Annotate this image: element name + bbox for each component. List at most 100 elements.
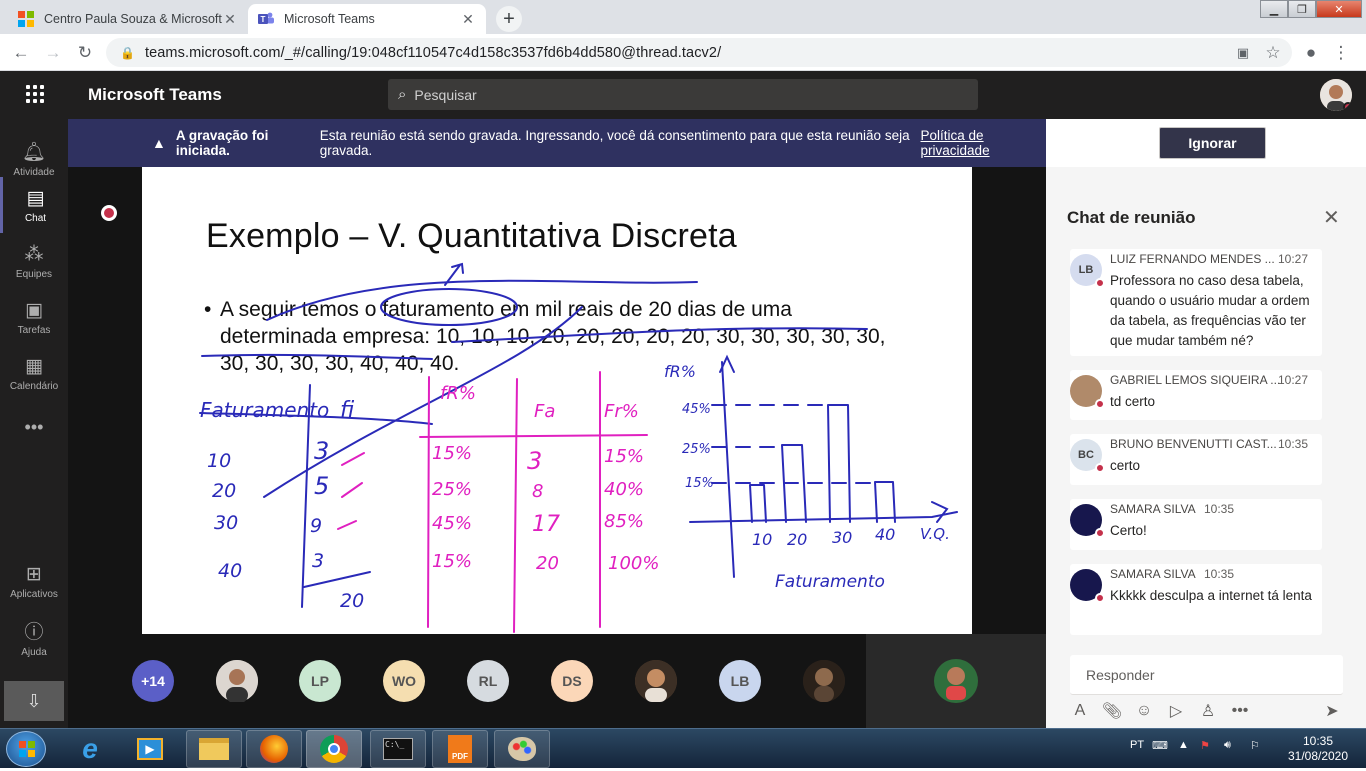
notifications-icon[interactable]: ⚐: [1250, 739, 1260, 752]
svg-text:15%: 15%: [432, 551, 472, 572]
format-icon[interactable]: A: [1069, 700, 1091, 722]
svg-text:25%: 25%: [682, 442, 711, 457]
more-options-icon[interactable]: •••: [1229, 700, 1251, 722]
presence-busy-icon: [1095, 463, 1105, 473]
participant-avatar[interactable]: [216, 660, 258, 702]
svg-text:Fa: Fa: [534, 401, 555, 422]
close-tab-icon[interactable]: ✕: [460, 11, 476, 28]
svg-text:30: 30: [832, 528, 852, 547]
rail-item-teams[interactable]: ⁂ Equipes: [0, 233, 68, 289]
banner-text: Esta reunião está sendo gravada. Ingress…: [319, 128, 910, 158]
participant-avatar[interactable]: WO: [383, 660, 425, 702]
reply-placeholder: Responder: [1086, 666, 1155, 683]
app-launcher-icon[interactable]: [26, 85, 44, 103]
minimize-button[interactable]: ▁: [1260, 0, 1288, 18]
folder-icon: [199, 738, 229, 760]
rail-item-chat[interactable]: ▤ Chat: [0, 177, 68, 233]
search-input[interactable]: ⌕ Pesquisar: [388, 79, 978, 110]
rail-item-assignments[interactable]: ▣ Tarefas: [0, 289, 68, 345]
more-participants-button[interactable]: +14: [132, 660, 174, 702]
dismiss-button[interactable]: Ignorar: [1159, 127, 1266, 159]
presence-busy-icon: [1343, 102, 1352, 111]
taskbar-clock[interactable]: 10:35 31/08/2020: [1276, 734, 1360, 764]
pdf-app-button[interactable]: PDF: [432, 730, 488, 768]
svg-text:15%: 15%: [432, 443, 472, 464]
windows-taskbar: e ▶ C:\_ PDF PT ⌨ ▲ ⚑ 🔊︎ ⚐ 10:35 31/08/2…: [0, 728, 1366, 768]
rail-more-button[interactable]: •••: [0, 399, 68, 455]
message-text: td certo: [1110, 394, 1156, 409]
svg-text:40%: 40%: [604, 479, 644, 500]
presence-busy-icon: [1095, 593, 1105, 603]
media-player-button[interactable]: ▶: [122, 730, 178, 768]
maximize-button[interactable]: ❐: [1288, 0, 1316, 18]
blocked-popup-icon[interactable]: ▣: [1232, 42, 1254, 64]
show-hidden-icons-icon[interactable]: ▲: [1178, 739, 1189, 751]
svg-text:10: 10: [207, 450, 231, 472]
warning-icon: ▲: [152, 135, 166, 151]
user-avatar[interactable]: [1320, 79, 1352, 111]
rail-item-calendar[interactable]: ▦ Calendário: [0, 345, 68, 401]
rail-label: Aplicativos: [10, 588, 58, 600]
paint-palette-icon: [508, 737, 536, 761]
rail-item-help[interactable]: ⓘ Ajuda: [0, 609, 68, 665]
participant-avatar[interactable]: DS: [551, 660, 593, 702]
close-tab-icon[interactable]: ✕: [222, 11, 238, 28]
volume-icon[interactable]: 🔊︎: [1224, 739, 1231, 752]
bookmark-star-icon[interactable]: ☆: [1262, 42, 1284, 64]
internet-explorer-button[interactable]: e: [62, 730, 118, 768]
attach-icon[interactable]: 📎︎: [1101, 700, 1123, 722]
address-bar[interactable]: 🔒 teams.microsoft.com/_#/calling/19:048c…: [106, 38, 1292, 67]
svg-text:5: 5: [314, 472, 329, 500]
participant-avatar[interactable]: RL: [467, 660, 509, 702]
menu-dots-icon[interactable]: ⋮: [1330, 42, 1352, 64]
microsoft-logo-icon: [18, 11, 34, 27]
reload-icon[interactable]: ↻: [74, 42, 96, 64]
participant-avatar[interactable]: [635, 660, 677, 702]
firefox-icon: [260, 735, 288, 763]
keyboard-icon[interactable]: ⌨: [1152, 739, 1168, 752]
svg-text:45%: 45%: [682, 402, 711, 417]
search-icon: ⌕: [398, 86, 407, 103]
send-icon[interactable]: ➤: [1321, 700, 1343, 722]
rail-label: Ajuda: [21, 646, 47, 658]
start-button[interactable]: [6, 731, 46, 767]
participant-avatar[interactable]: [803, 660, 845, 702]
rail-item-apps[interactable]: ⊞ Aplicativos: [0, 553, 68, 609]
browser-tab-teams[interactable]: T Microsoft Teams ✕: [248, 4, 486, 34]
download-app-button[interactable]: ⇩: [4, 681, 64, 721]
message-text: Professora no caso desa tabela, quando o…: [1110, 273, 1310, 348]
message-time: 10:27: [1278, 252, 1309, 266]
command-prompt-button[interactable]: C:\_: [370, 730, 426, 768]
browser-tab-paula-souza[interactable]: Centro Paula Souza & Microsoft ✕: [8, 4, 248, 34]
firefox-button[interactable]: [246, 730, 302, 768]
svg-text:V.Q.: V.Q.: [920, 525, 950, 543]
forward-icon[interactable]: →: [42, 42, 64, 64]
praise-icon[interactable]: ♙: [1197, 700, 1219, 722]
chat-avatar: LB: [1070, 254, 1105, 288]
network-warning-icon[interactable]: ⚑: [1200, 739, 1210, 752]
language-indicator[interactable]: PT: [1130, 739, 1144, 751]
emoji-icon[interactable]: ☺: [1133, 700, 1155, 722]
reply-input[interactable]: Responder: [1070, 655, 1343, 695]
svg-text:25%: 25%: [432, 479, 472, 500]
svg-text:17: 17: [532, 512, 560, 537]
svg-text:20: 20: [787, 530, 807, 549]
profile-icon[interactable]: ●: [1300, 42, 1322, 64]
svg-text:3: 3: [527, 447, 542, 475]
participant-avatar[interactable]: LB: [719, 660, 761, 702]
participant-avatar[interactable]: LP: [299, 660, 341, 702]
privacy-policy-link[interactable]: Política de privacidade: [921, 128, 1046, 158]
svg-text:85%: 85%: [604, 511, 644, 532]
svg-text:fR%: fR%: [664, 362, 696, 381]
gif-icon[interactable]: ▷: [1165, 700, 1187, 722]
svg-text:20: 20: [536, 553, 559, 574]
close-chat-icon[interactable]: ✕: [1323, 205, 1340, 230]
back-icon[interactable]: ←: [10, 42, 32, 64]
browser-toolbar: ← → ↻ 🔒 teams.microsoft.com/_#/calling/1…: [0, 34, 1366, 71]
media-player-icon: ▶: [137, 738, 163, 760]
new-tab-button[interactable]: +: [496, 6, 522, 32]
paint-button[interactable]: [494, 730, 550, 768]
window-close-button[interactable]: ✕: [1316, 0, 1362, 18]
file-explorer-button[interactable]: [186, 730, 242, 768]
chrome-button[interactable]: [306, 730, 362, 768]
